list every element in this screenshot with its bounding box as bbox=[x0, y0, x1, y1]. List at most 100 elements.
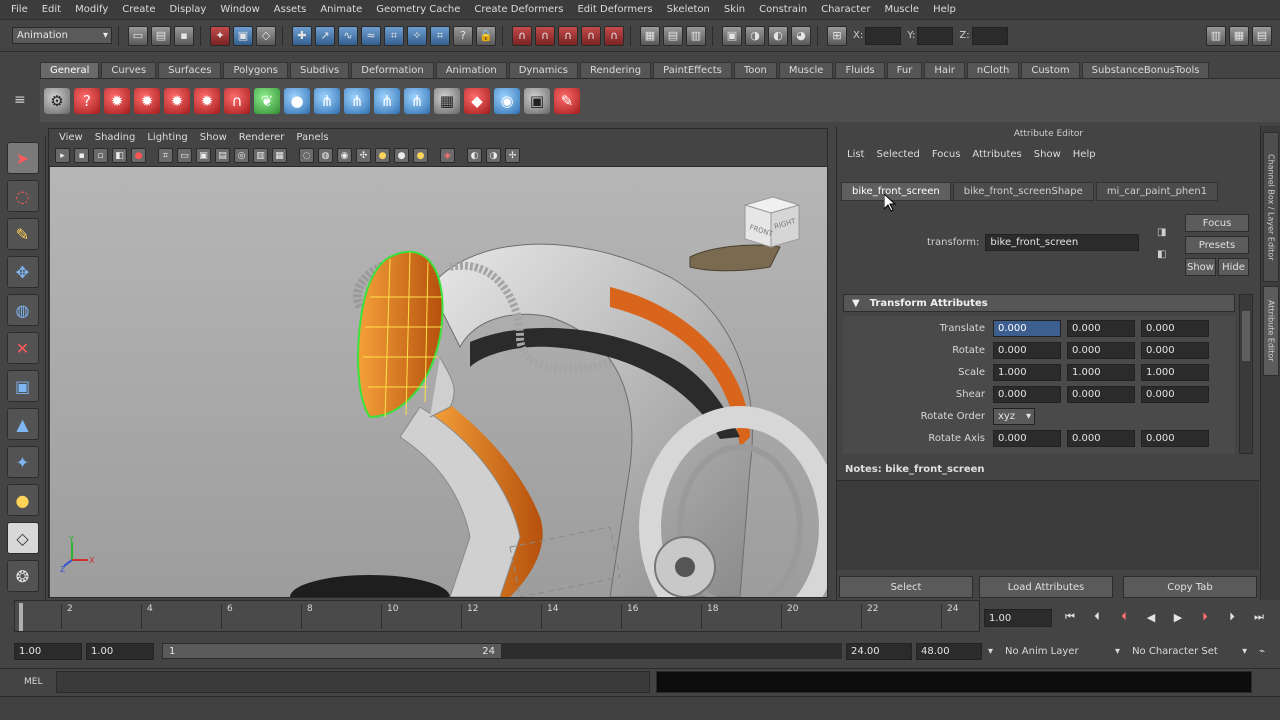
tab-bike-front-screenshape[interactable]: bike_front_screenShape bbox=[952, 182, 1094, 201]
translate-z-field[interactable]: 0.000 bbox=[1141, 319, 1209, 337]
go-to-start-icon[interactable]: ⏮ bbox=[1058, 606, 1082, 628]
shelf-tab-subdivs[interactable]: Subdivs bbox=[289, 62, 350, 78]
safe-action-icon[interactable]: ▥ bbox=[253, 148, 268, 163]
chevron-down-icon[interactable]: ▾ bbox=[1109, 643, 1126, 659]
time-cursor[interactable] bbox=[19, 603, 23, 631]
rotate-z-field[interactable]: 0.000 bbox=[1141, 341, 1209, 359]
menu-window[interactable]: Window bbox=[213, 4, 266, 15]
shelf-tab-dynamics[interactable]: Dynamics bbox=[508, 62, 579, 78]
transform-name-field[interactable]: bike_front_screen bbox=[985, 234, 1140, 251]
resolution-gate-icon[interactable]: ▣ bbox=[196, 148, 211, 163]
menu-file[interactable]: File bbox=[4, 4, 35, 15]
current-frame-field[interactable]: 1.00 bbox=[984, 609, 1052, 627]
mask-dynamics-icon[interactable]: ✧ bbox=[407, 25, 427, 46]
ae-menu-list[interactable]: List bbox=[841, 149, 870, 160]
xray-icon[interactable]: ◐ bbox=[467, 148, 482, 163]
manipulator-tool-icon[interactable]: ▣ bbox=[6, 370, 39, 402]
batch-render-icon[interactable]: ✹ bbox=[194, 87, 220, 114]
lattice-icon[interactable]: ▣ bbox=[524, 87, 550, 114]
play-forwards-icon[interactable]: ▶ bbox=[1166, 606, 1190, 628]
group-icon[interactable]: ⋔ bbox=[344, 87, 370, 114]
save-scene-icon[interactable]: ▪ bbox=[174, 25, 194, 46]
chevron-down-icon[interactable]: ▾ bbox=[1236, 643, 1253, 659]
mask-deform-icon[interactable]: ⌗ bbox=[384, 25, 404, 46]
new-scene-icon[interactable]: ▭ bbox=[128, 25, 148, 46]
shelf-tab-animation[interactable]: Animation bbox=[435, 62, 507, 78]
mask-icon[interactable]: ✚ bbox=[292, 25, 312, 46]
tab-mi-car-paint-phen1[interactable]: mi_car_paint_phen1 bbox=[1095, 182, 1219, 201]
toggle-tool-settings-icon[interactable]: ▦ bbox=[1229, 25, 1249, 46]
select-tool-icon[interactable]: ➤ bbox=[6, 142, 39, 174]
menu-create-deformers[interactable]: Create Deformers bbox=[467, 4, 570, 15]
animation-start-field[interactable]: 1.00 bbox=[14, 642, 82, 660]
rotate-y-field[interactable]: 0.000 bbox=[1067, 341, 1135, 359]
rotate-axis-y-field[interactable]: 0.000 bbox=[1067, 429, 1135, 447]
shear-z-field[interactable]: 0.000 bbox=[1141, 385, 1209, 403]
ipr-camera-icon[interactable]: ✹ bbox=[164, 87, 190, 114]
sphere-icon[interactable]: ● bbox=[284, 87, 310, 114]
scale-y-field[interactable]: 1.000 bbox=[1067, 363, 1135, 381]
render-frame-icon[interactable]: ▣ bbox=[722, 25, 742, 46]
image-plane-icon[interactable]: ◧ bbox=[112, 148, 127, 163]
chevron-down-icon[interactable]: ▾ bbox=[982, 643, 999, 659]
toggle-channel-box-icon[interactable]: ▤ bbox=[1252, 25, 1272, 46]
shelf-tab-rendering[interactable]: Rendering bbox=[580, 62, 652, 78]
menu-modify[interactable]: Modify bbox=[68, 4, 115, 15]
camera-attributes-icon[interactable]: ▪ bbox=[74, 148, 89, 163]
rotate-axis-x-field[interactable]: 0.000 bbox=[993, 429, 1061, 447]
lock-icon[interactable]: 🔒 bbox=[476, 25, 496, 46]
menu-constrain[interactable]: Constrain bbox=[752, 4, 814, 15]
open-scene-icon[interactable]: ▤ bbox=[151, 25, 171, 46]
film-gate-icon[interactable]: ▭ bbox=[177, 148, 192, 163]
scale-x-field[interactable]: 1.000 bbox=[993, 363, 1061, 381]
shear-y-field[interactable]: 0.000 bbox=[1067, 385, 1135, 403]
snap-curve-icon[interactable]: ∩ bbox=[535, 25, 555, 46]
view-cube[interactable]: FRONT RIGHT bbox=[737, 191, 807, 254]
wireframe-on-shaded-icon[interactable]: ◉ bbox=[337, 148, 352, 163]
shelf-tab-surfaces[interactable]: Surfaces bbox=[158, 62, 222, 78]
snap-point-icon[interactable]: ∩ bbox=[558, 25, 578, 46]
transform-attributes-header[interactable]: ▼ Transform Attributes bbox=[843, 294, 1235, 312]
shelf-tab-fluids[interactable]: Fluids bbox=[835, 62, 885, 78]
viewport-menu-lighting[interactable]: Lighting bbox=[141, 132, 193, 143]
menu-create[interactable]: Create bbox=[115, 4, 162, 15]
camera-select-icon[interactable]: ▸ bbox=[55, 148, 70, 163]
notes-textarea[interactable] bbox=[837, 480, 1259, 570]
render-view-icon[interactable]: ✹ bbox=[134, 87, 160, 114]
connection-icon[interactable]: ◆ bbox=[464, 87, 490, 114]
field-chart-icon[interactable]: ◎ bbox=[234, 148, 249, 163]
grid-icon[interactable]: ⌗ bbox=[158, 148, 173, 163]
select-button[interactable]: Select bbox=[839, 576, 973, 598]
shelf-tab-substancebonustools[interactable]: SubstanceBonusTools bbox=[1081, 62, 1210, 78]
translate-y-field[interactable]: 0.000 bbox=[1067, 319, 1135, 337]
presets-button[interactable]: Presets bbox=[1185, 236, 1249, 254]
viewport-menu-view[interactable]: View bbox=[53, 132, 89, 143]
default-lighting-icon[interactable]: ● bbox=[375, 148, 390, 163]
show-button[interactable]: Show bbox=[1185, 258, 1216, 276]
scrollbar-thumb[interactable] bbox=[1242, 311, 1250, 361]
magnet-icon[interactable]: ∩ bbox=[224, 87, 250, 114]
shelf-tab-toon[interactable]: Toon bbox=[733, 62, 777, 78]
render-camera-icon[interactable]: ✹ bbox=[104, 87, 130, 114]
bookmark-icon[interactable]: ▫ bbox=[93, 148, 108, 163]
focus-button[interactable]: Focus bbox=[1185, 214, 1249, 232]
ae-menu-selected[interactable]: Selected bbox=[870, 149, 925, 160]
lasso-tool-icon[interactable]: ◌ bbox=[6, 180, 39, 212]
tab-channel-box[interactable]: Channel Box / Layer Editor bbox=[1263, 132, 1279, 282]
paint-select-tool-icon[interactable]: ✎ bbox=[6, 218, 39, 250]
shelf-tab-ncloth[interactable]: nCloth bbox=[966, 62, 1020, 78]
mask-surface-icon[interactable]: ≈ bbox=[361, 25, 381, 46]
isolate-select-icon[interactable]: ◈ bbox=[440, 148, 455, 163]
mel-label[interactable]: MEL bbox=[24, 677, 42, 687]
menu-assets[interactable]: Assets bbox=[267, 4, 314, 15]
wireframe-icon[interactable]: ◌ bbox=[299, 148, 314, 163]
viewport-menu-shading[interactable]: Shading bbox=[89, 132, 142, 143]
joint-chain-icon[interactable]: ⋔ bbox=[404, 87, 430, 114]
viewport-menu-show[interactable]: Show bbox=[194, 132, 233, 143]
shelf-tab-painteffects[interactable]: PaintEffects bbox=[653, 62, 732, 78]
select-hierarchy-icon[interactable]: ✦ bbox=[210, 25, 230, 46]
quick-layout-icon[interactable]: ◇ bbox=[6, 522, 39, 554]
help-icon[interactable]: ? bbox=[74, 87, 100, 114]
step-forward-key-icon[interactable]: ⏵ bbox=[1193, 606, 1217, 628]
range-slider[interactable]: 1 24 bbox=[162, 643, 502, 659]
